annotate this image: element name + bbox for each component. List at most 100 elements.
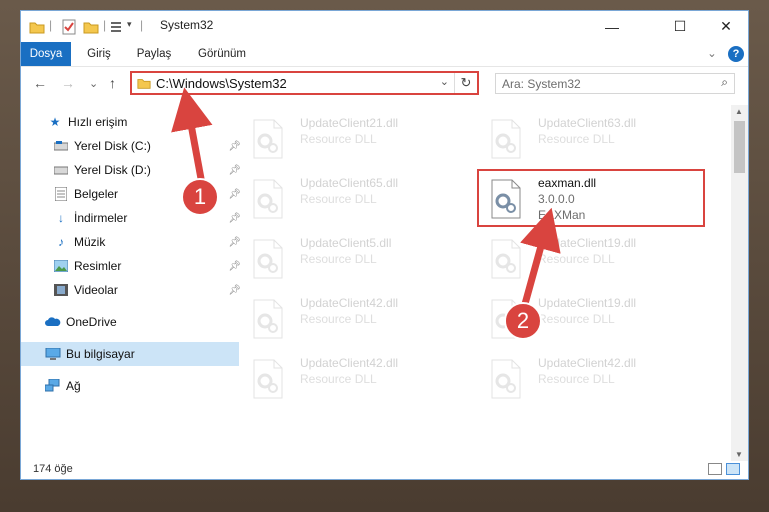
up-button[interactable]: ↑: [109, 75, 116, 91]
back-button[interactable]: ←: [33, 75, 47, 91]
separator: |: [49, 18, 53, 32]
sidebar-item-music[interactable]: ♪ Müzik 📌︎: [21, 230, 247, 254]
tab-dosya[interactable]: Dosya: [21, 42, 71, 66]
file-item[interactable]: UpdateClient63.dll Resource DLL: [476, 111, 706, 169]
dll-file-icon: [491, 359, 521, 399]
sidebar-item-label: OneDrive: [66, 315, 117, 329]
file-name: UpdateClient19.dll: [538, 296, 637, 310]
file-item[interactable]: UpdateClient5.dll Resource DLL: [238, 231, 468, 289]
sidebar-item-videos[interactable]: Videolar 📌︎: [21, 278, 247, 302]
documents-icon: [53, 186, 69, 202]
close-button[interactable]: ✕: [703, 11, 748, 42]
file-name: UpdateClient63.dll: [538, 116, 637, 130]
sidebar-item-label: Yerel Disk (C:): [74, 139, 151, 153]
properties-icon[interactable]: [61, 19, 77, 35]
file-description: Resource DLL: [300, 132, 377, 146]
vertical-scrollbar[interactable]: ▲ ▼: [731, 105, 748, 461]
file-item[interactable]: UpdateClient42.dll Resource DLL: [476, 351, 706, 409]
folder-icon: [137, 79, 151, 89]
sidebar-item-local-disk-d[interactable]: Yerel Disk (D:) 📌︎: [21, 158, 247, 182]
video-icon: [53, 282, 69, 298]
step-1-badge: 1: [181, 178, 219, 216]
item-count: 174 öğe: [33, 463, 73, 475]
star-icon: ★: [49, 115, 61, 129]
search-placeholder: Ara: System32: [502, 77, 581, 91]
ribbon-tabs: Dosya Giriş Paylaş Görünüm ⌄ ?: [21, 42, 748, 67]
tab-paylas[interactable]: Paylaş: [129, 42, 179, 66]
search-icon: ⌕: [721, 75, 728, 89]
window-title: System32: [160, 18, 214, 32]
address-bar[interactable]: C:\Windows\System32 ⌄ ↻: [130, 71, 479, 95]
forward-button[interactable]: →: [61, 75, 75, 91]
sidebar-item-label: Ağ: [66, 379, 81, 393]
minimize-button[interactable]: —: [589, 11, 635, 42]
dropdown-arrow-icon[interactable]: ▾: [127, 19, 132, 35]
file-name: UpdateClient42.dll: [300, 296, 399, 310]
sidebar-item-local-disk-c[interactable]: Yerel Disk (C:) 📌︎: [21, 134, 247, 158]
file-item[interactable]: UpdateClient19.dll Resource DLL: [476, 231, 706, 289]
sidebar-item-label: Videolar: [74, 283, 118, 297]
sidebar-item-onedrive[interactable]: OneDrive: [21, 310, 239, 334]
drive-icon: [53, 138, 69, 154]
file-name: UpdateClient42.dll: [300, 356, 399, 370]
file-item[interactable]: UpdateClient65.dll Resource DLL: [238, 171, 468, 229]
tab-giris[interactable]: Giriş: [79, 42, 119, 66]
maximize-button[interactable]: ☐: [657, 11, 703, 42]
file-name: UpdateClient21.dll: [300, 116, 399, 130]
title-bar: | | ▾ | System32 — ☐ ✕: [21, 11, 748, 42]
scroll-down-icon[interactable]: ▼: [735, 450, 743, 459]
dll-file-icon: [491, 239, 521, 279]
file-description: Resource DLL: [538, 312, 615, 326]
ribbon-collapse-button[interactable]: ⌄: [704, 42, 720, 66]
sidebar-item-network[interactable]: Ağ: [21, 374, 239, 398]
dll-file-icon: [491, 119, 521, 159]
scrollbar-thumb[interactable]: [734, 121, 745, 173]
navigation-pane: ★ Hızlı erişim Yerel Disk (C:) 📌︎ Yerel …: [21, 106, 241, 466]
sidebar-item-label: Hızlı erişim: [68, 115, 128, 129]
file-description: Resource DLL: [538, 132, 615, 146]
file-description: Resource DLL: [300, 372, 377, 386]
explorer-window: | | ▾ | System32 — ☐ ✕ Dosya Giriş Payla…: [20, 10, 749, 480]
tab-gorunum[interactable]: Görünüm: [191, 42, 253, 66]
file-description: Resource DLL: [300, 252, 377, 266]
step-2-badge: 2: [504, 302, 542, 340]
highlight-box: [477, 169, 705, 227]
customize-toolbar-icon[interactable]: [109, 19, 125, 35]
file-item[interactable]: UpdateClient42.dll Resource DLL: [238, 351, 468, 409]
dll-file-icon: [253, 179, 283, 219]
file-description: Resource DLL: [300, 192, 377, 206]
status-bar: 174 öğe: [21, 461, 748, 479]
file-name: UpdateClient65.dll: [300, 176, 399, 190]
help-button[interactable]: ?: [728, 46, 744, 62]
sidebar-item-label: Belgeler: [74, 187, 119, 201]
search-input[interactable]: Ara: System32 ⌕: [495, 73, 735, 94]
file-list: UpdateClient21.dll Resource DLL UpdateClie…: [226, 106, 731, 461]
sidebar-item-label: İndirmeler: [74, 211, 128, 225]
scroll-up-icon[interactable]: ▲: [735, 107, 743, 116]
drive-icon: [53, 162, 69, 178]
music-icon: ♪: [58, 235, 64, 249]
separator: |: [103, 18, 107, 32]
file-description: Resource DLL: [538, 372, 615, 386]
new-folder-icon[interactable]: [83, 19, 99, 35]
file-description: Resource DLL: [300, 312, 377, 326]
dll-file-icon: [253, 239, 283, 279]
separator: |: [140, 18, 144, 32]
sidebar-item-quick-access[interactable]: ★ Hızlı erişim: [21, 110, 241, 134]
sidebar-item-pictures[interactable]: Resimler 📌︎: [21, 254, 247, 278]
file-item[interactable]: UpdateClient21.dll Resource DLL: [238, 111, 468, 169]
details-view-icon[interactable]: [708, 463, 722, 475]
tiles-view-icon[interactable]: [726, 463, 740, 475]
sidebar-item-label: Bu bilgisayar: [66, 347, 135, 361]
sidebar-item-this-pc[interactable]: Bu bilgisayar: [21, 342, 239, 366]
network-icon: [45, 378, 61, 394]
computer-icon: [45, 346, 61, 362]
refresh-button[interactable]: ↻: [454, 73, 477, 93]
file-name: UpdateClient19.dll: [538, 236, 637, 250]
file-item[interactable]: UpdateClient42.dll Resource DLL: [238, 291, 468, 349]
chevron-down-icon[interactable]: ⌄: [440, 75, 449, 88]
recent-locations-button[interactable]: ⌄: [89, 77, 98, 90]
navigation-bar: ← → ⌄ ↑ C:\Windows\System32 ⌄ ↻ Ara: Sys…: [21, 67, 748, 99]
folder-icon: [29, 22, 45, 34]
sidebar-item-label: Resimler: [74, 259, 122, 273]
